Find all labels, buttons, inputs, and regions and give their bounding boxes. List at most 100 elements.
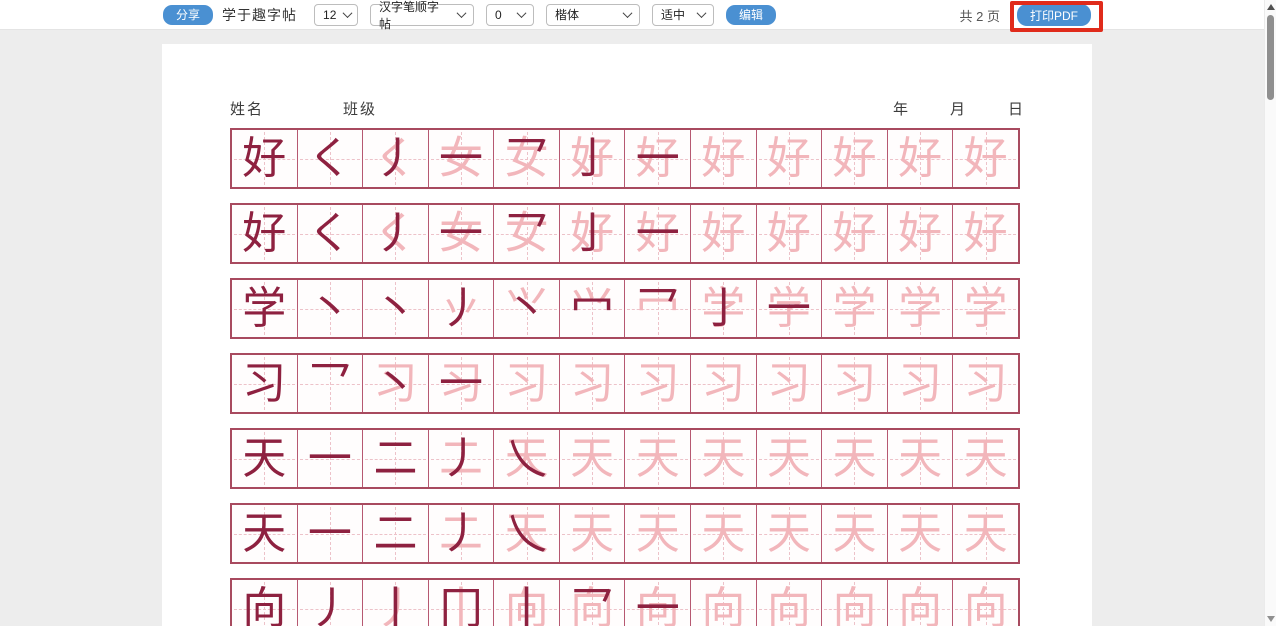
year-label: 年	[893, 98, 910, 119]
character-row: 好くく丿女一女乛好亅好一好好好好好	[230, 128, 1020, 189]
grid-cell: 习	[952, 355, 1018, 412]
grid-cell: 学一	[756, 280, 822, 337]
worksheet-header: 姓名 班级 年 月 日	[162, 98, 1092, 118]
grid-cell: 天	[559, 430, 625, 487]
character-row: 习乛习丶习一习习习习习习习习	[230, 353, 1020, 414]
grid-cell: 好	[232, 130, 297, 187]
grid-cell: 学	[232, 280, 297, 337]
grid-cell: 好	[821, 205, 887, 262]
grid-cell: 学亅	[690, 280, 756, 337]
grid-cell: 好一	[624, 130, 690, 187]
grid-cell: 女乛	[493, 130, 559, 187]
grid-cell: 一	[297, 430, 363, 487]
name-label: 姓名	[230, 98, 264, 119]
worksheet-page: 姓名 班级 年 月 日 好くく丿女一女乛好亅好一好好好好好好くく丿女一女乛好亅好…	[162, 44, 1092, 626]
grid-cell: 习	[821, 355, 887, 412]
grid-cell: 天乀	[493, 505, 559, 562]
grid-cell: 天	[756, 430, 822, 487]
grid-cell: 天	[887, 505, 953, 562]
grid-cell: 好	[952, 205, 1018, 262]
scrollbar-thumb[interactable]	[1267, 15, 1274, 100]
toolbar-right: 共 2 页 打印PDF	[960, 0, 1091, 30]
grid-cell: ⺍丶	[493, 280, 559, 337]
scroll-up-icon[interactable]	[1267, 4, 1275, 10]
template-select[interactable]: 汉字笔顺字帖	[370, 4, 474, 26]
share-button[interactable]: 分享	[163, 5, 213, 25]
grid-cell: 习	[493, 355, 559, 412]
grid-cell: 丨冂	[428, 580, 494, 626]
scroll-down-icon[interactable]	[1267, 616, 1275, 622]
grid-cell: ⺍冖	[559, 280, 625, 337]
offset-select-value: 0	[495, 8, 502, 22]
grid-cell: 好	[887, 205, 953, 262]
grid-cell: く	[297, 205, 363, 262]
grid-cell: 向	[821, 580, 887, 626]
character-row: 学丶丶丶丷丿⺍丶⺍冖冖乛学亅学一学学学	[230, 278, 1020, 339]
character-row: 天一二二丿天乀天天天天天天天	[230, 503, 1020, 564]
size-select[interactable]: 适中	[652, 4, 714, 26]
character-row: 好くく丿女一女乛好亅好一好好好好好	[230, 203, 1020, 264]
grid-cell: 向	[690, 580, 756, 626]
grid-cell: 二	[362, 505, 428, 562]
grid-cell: 天	[821, 430, 887, 487]
grid-cell: く	[297, 130, 363, 187]
chevron-down-icon	[517, 8, 527, 18]
grid-cell: 丿	[297, 580, 363, 626]
grid-cell: 天	[887, 430, 953, 487]
grid-cell: 习	[756, 355, 822, 412]
grid-cell: 好	[952, 130, 1018, 187]
grid-cell: 习	[232, 355, 297, 412]
chevron-down-icon	[457, 8, 467, 18]
page-count-label: 共 2 页	[960, 6, 1000, 25]
grid-cell: 天	[952, 430, 1018, 487]
offset-select[interactable]: 0	[486, 4, 534, 26]
toolbar: 分享 学于趣字帖 12 汉字笔顺字帖 0 楷体 适中 编辑 共 2 页 打印PD…	[0, 0, 1276, 30]
grid-cell: 丿丨	[362, 580, 428, 626]
grid-cell: 好	[690, 205, 756, 262]
grid-cell: 学	[887, 280, 953, 337]
grid-cell: 天	[232, 430, 297, 487]
edit-button[interactable]: 编辑	[726, 5, 776, 25]
count-select[interactable]: 12	[314, 4, 358, 26]
grid-cell: 好	[887, 130, 953, 187]
grid-cell: 乛	[297, 355, 363, 412]
grid-cell: 向	[887, 580, 953, 626]
grid-cell: 天乀	[493, 430, 559, 487]
character-row: 向丿丿丨丨冂向丨向乛向一向向向向向	[230, 578, 1020, 626]
grid-cell: 习	[559, 355, 625, 412]
grid-cell: 二	[362, 430, 428, 487]
grid-cell: 天	[690, 505, 756, 562]
grid-cell: 向	[756, 580, 822, 626]
grid-cell: 女一	[428, 205, 494, 262]
practice-grid: 好くく丿女一女乛好亅好一好好好好好好くく丿女一女乛好亅好一好好好好好学丶丶丶丷丿…	[230, 128, 1020, 626]
grid-cell: 丷丿	[428, 280, 494, 337]
grid-cell: 好一	[624, 205, 690, 262]
grid-cell: 天	[624, 505, 690, 562]
grid-cell: 天	[952, 505, 1018, 562]
day-label: 日	[1008, 98, 1025, 119]
font-select[interactable]: 楷体	[546, 4, 640, 26]
grid-cell: 好	[756, 205, 822, 262]
grid-cell: 丶丶	[362, 280, 428, 337]
grid-cell: 学	[952, 280, 1018, 337]
template-select-value: 汉字笔顺字帖	[379, 0, 450, 32]
grid-cell: 冖乛	[624, 280, 690, 337]
chevron-down-icon	[343, 8, 353, 18]
grid-cell: 二丿	[428, 505, 494, 562]
grid-cell: く丿	[362, 205, 428, 262]
grid-cell: 女乛	[493, 205, 559, 262]
grid-cell: 习丶	[362, 355, 428, 412]
print-pdf-button[interactable]: 打印PDF	[1017, 4, 1091, 26]
grid-cell: 二丿	[428, 430, 494, 487]
grid-cell: 好	[821, 130, 887, 187]
grid-cell: 天	[821, 505, 887, 562]
grid-cell: 向乛	[559, 580, 625, 626]
grid-cell: 好亅	[559, 130, 625, 187]
size-select-value: 适中	[661, 6, 685, 23]
grid-cell: 向一	[624, 580, 690, 626]
font-select-value: 楷体	[555, 6, 579, 23]
count-select-value: 12	[323, 8, 336, 22]
grid-cell: 天	[559, 505, 625, 562]
scrollbar[interactable]	[1264, 0, 1276, 626]
grid-cell: 向丨	[493, 580, 559, 626]
